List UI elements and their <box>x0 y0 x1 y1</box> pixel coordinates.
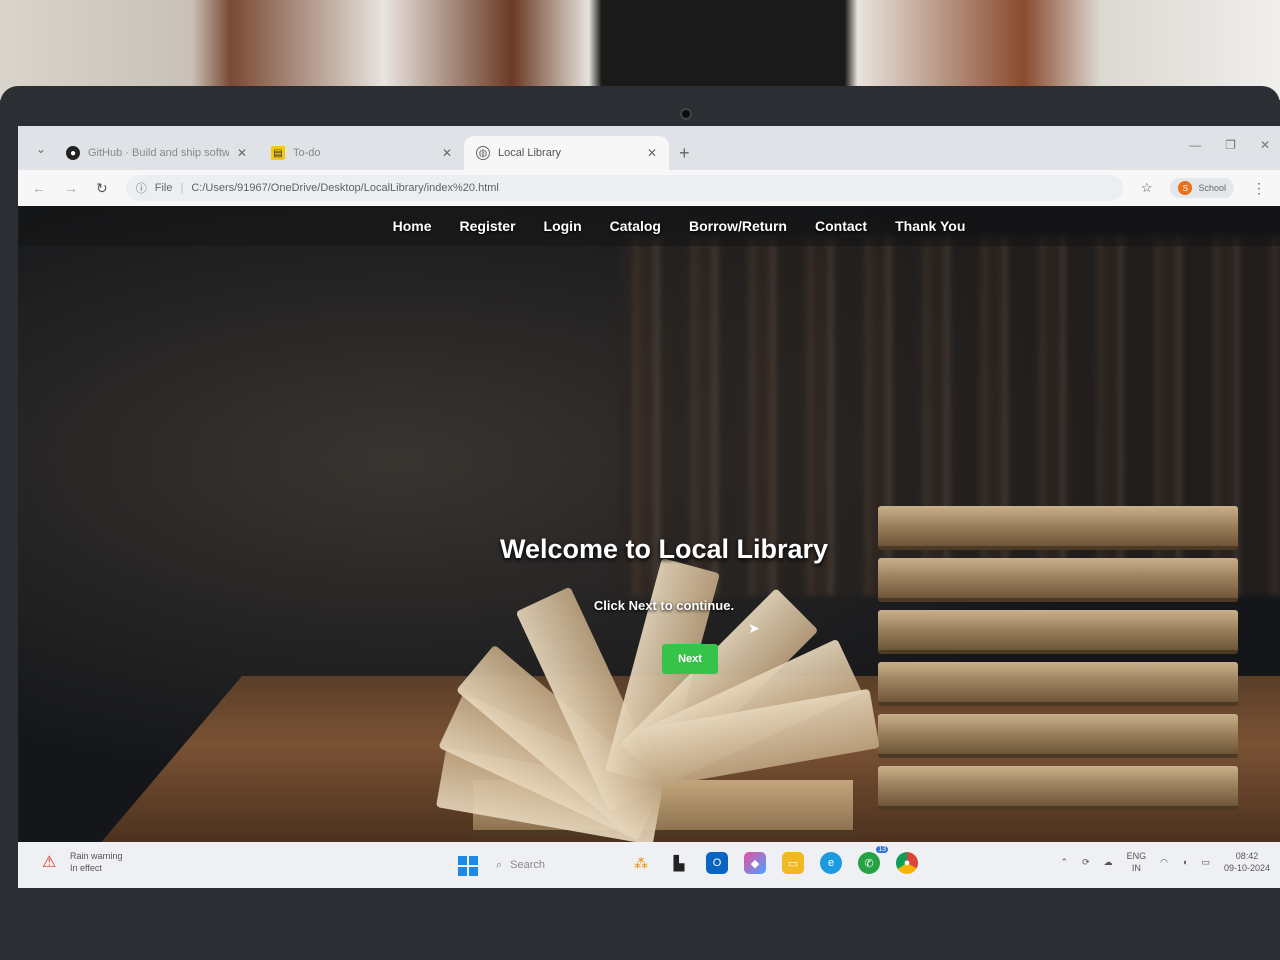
weather-warning-icon: ⚠ <box>42 854 57 871</box>
chevron-up-icon[interactable]: ⌃ <box>1061 857 1069 868</box>
clock[interactable]: 08:42 09-10-2024 <box>1224 850 1270 874</box>
close-tab-icon[interactable]: ✕ <box>647 146 657 160</box>
profile-label: School <box>1198 183 1226 193</box>
nav-borrow-return[interactable]: Borrow/Return <box>689 218 787 234</box>
people-widget-icon[interactable]: ⁂ <box>630 852 652 874</box>
profile-button[interactable]: S School <box>1170 178 1234 198</box>
windows-start-icon[interactable] <box>458 856 478 876</box>
taskbar-search[interactable]: ⌕ Search <box>496 852 626 878</box>
todo-icon: ▤ <box>271 146 285 160</box>
room-background <box>0 0 1280 100</box>
nav-contact[interactable]: Contact <box>815 218 867 234</box>
copilot-icon[interactable]: ◆ <box>744 852 766 874</box>
weather-title: Rain warning <box>70 851 123 861</box>
page-title: Welcome to Local Library <box>499 534 829 564</box>
mouse-cursor-icon: ➤ <box>748 620 760 636</box>
weather-subtitle: In effect <box>70 863 102 873</box>
bookmark-star-icon[interactable]: ☆ <box>1141 180 1153 196</box>
tab-search-chevron-icon[interactable]: ⌄ <box>28 134 54 164</box>
forward-arrow-icon[interactable]: → <box>64 180 78 196</box>
scheme-label: File <box>154 182 173 194</box>
search-icon: ⌕ <box>496 858 503 871</box>
hero-subtitle: Click Next to continue. <box>593 598 735 613</box>
site-navbar: Home Register Login Catalog Borrow/Retur… <box>18 206 1280 246</box>
weather-widget[interactable]: ⚠ Rain warning In effect <box>42 850 123 874</box>
whatsapp-icon[interactable]: ✆ 13 <box>858 846 888 874</box>
wifi-icon[interactable]: ◠ <box>1160 857 1168 868</box>
nav-thank-you[interactable]: Thank You <box>895 218 965 234</box>
sync-icon[interactable]: ⟳ <box>1082 857 1090 868</box>
cloud-icon[interactable]: ☁ <box>1104 857 1113 868</box>
restore-icon[interactable]: ❐ <box>1225 138 1236 152</box>
info-icon[interactable]: ⓘ <box>136 180 147 196</box>
close-window-icon[interactable]: ✕ <box>1260 138 1270 152</box>
windows-taskbar: ⚠ Rain warning In effect ⌕ Search ⁂ ▙ O … <box>18 842 1280 888</box>
browser-tab-strip: ⌄ ● GitHub · Build and ship softwa ✕ ▤ T… <box>18 126 1280 170</box>
window-controls: — ❐ ✕ <box>1189 138 1270 152</box>
reload-icon[interactable]: ↻ <box>96 180 108 197</box>
library-home-page: Home Register Login Catalog Borrow/Retur… <box>18 206 1280 842</box>
new-tab-button[interactable]: + <box>679 143 690 164</box>
search-placeholder: Search <box>510 859 546 871</box>
url-text: C:/Users/91967/OneDrive/Desktop/LocalLib… <box>191 182 499 194</box>
github-icon: ● <box>66 146 80 160</box>
minimize-icon[interactable]: — <box>1189 138 1201 152</box>
chrome-icon[interactable]: ● <box>896 852 918 874</box>
nav-home[interactable]: Home <box>393 218 432 234</box>
webcam <box>680 108 692 120</box>
whatsapp-badge: 13 <box>876 846 888 853</box>
avatar: S <box>1178 181 1193 195</box>
address-bar[interactable]: ⓘ File | C:/Users/91967/OneDrive/Desktop… <box>125 175 1123 201</box>
tab-label: To-do <box>293 147 321 159</box>
nav-catalog[interactable]: Catalog <box>610 218 661 234</box>
outlook-icon[interactable]: O <box>706 852 728 874</box>
browser-toolbar: ← → ↻ ⓘ File | C:/Users/91967/OneDrive/D… <box>18 170 1280 206</box>
close-tab-icon[interactable]: ✕ <box>237 146 247 160</box>
tab-label: GitHub · Build and ship softwa <box>88 147 229 159</box>
laptop-screen: ⌄ ● GitHub · Build and ship softwa ✕ ▤ T… <box>18 126 1280 888</box>
language-indicator[interactable]: ENG IN <box>1127 850 1147 874</box>
nav-login[interactable]: Login <box>544 218 582 234</box>
tab-todo[interactable]: ▤ To-do ✕ <box>259 136 464 170</box>
next-button[interactable]: Next <box>662 644 718 674</box>
back-arrow-icon[interactable]: ← <box>32 180 46 196</box>
edge-icon[interactable]: e <box>820 852 842 874</box>
globe-icon: ◍ <box>476 146 490 160</box>
tab-local-library[interactable]: ◍ Local Library ✕ <box>464 136 669 170</box>
nav-register[interactable]: Register <box>460 218 516 234</box>
volume-icon[interactable]: ◖ <box>1182 857 1187 867</box>
taskbar-apps: ⁂ ▙ O ◆ ▭ e ✆ 13 ● <box>630 846 918 874</box>
task-view-icon[interactable]: ▙ <box>668 852 690 874</box>
close-tab-icon[interactable]: ✕ <box>442 146 452 160</box>
tab-github[interactable]: ● GitHub · Build and ship softwa ✕ <box>54 136 259 170</box>
file-explorer-icon[interactable]: ▭ <box>782 852 804 874</box>
tab-label: Local Library <box>498 147 561 159</box>
more-menu-icon[interactable]: ⋮ <box>1252 180 1266 197</box>
system-tray: ⌃ ⟳ ☁ ENG IN ◠ ◖ ▭ 08:42 09-10-2024 <box>1061 850 1270 874</box>
battery-icon[interactable]: ▭ <box>1201 857 1210 868</box>
